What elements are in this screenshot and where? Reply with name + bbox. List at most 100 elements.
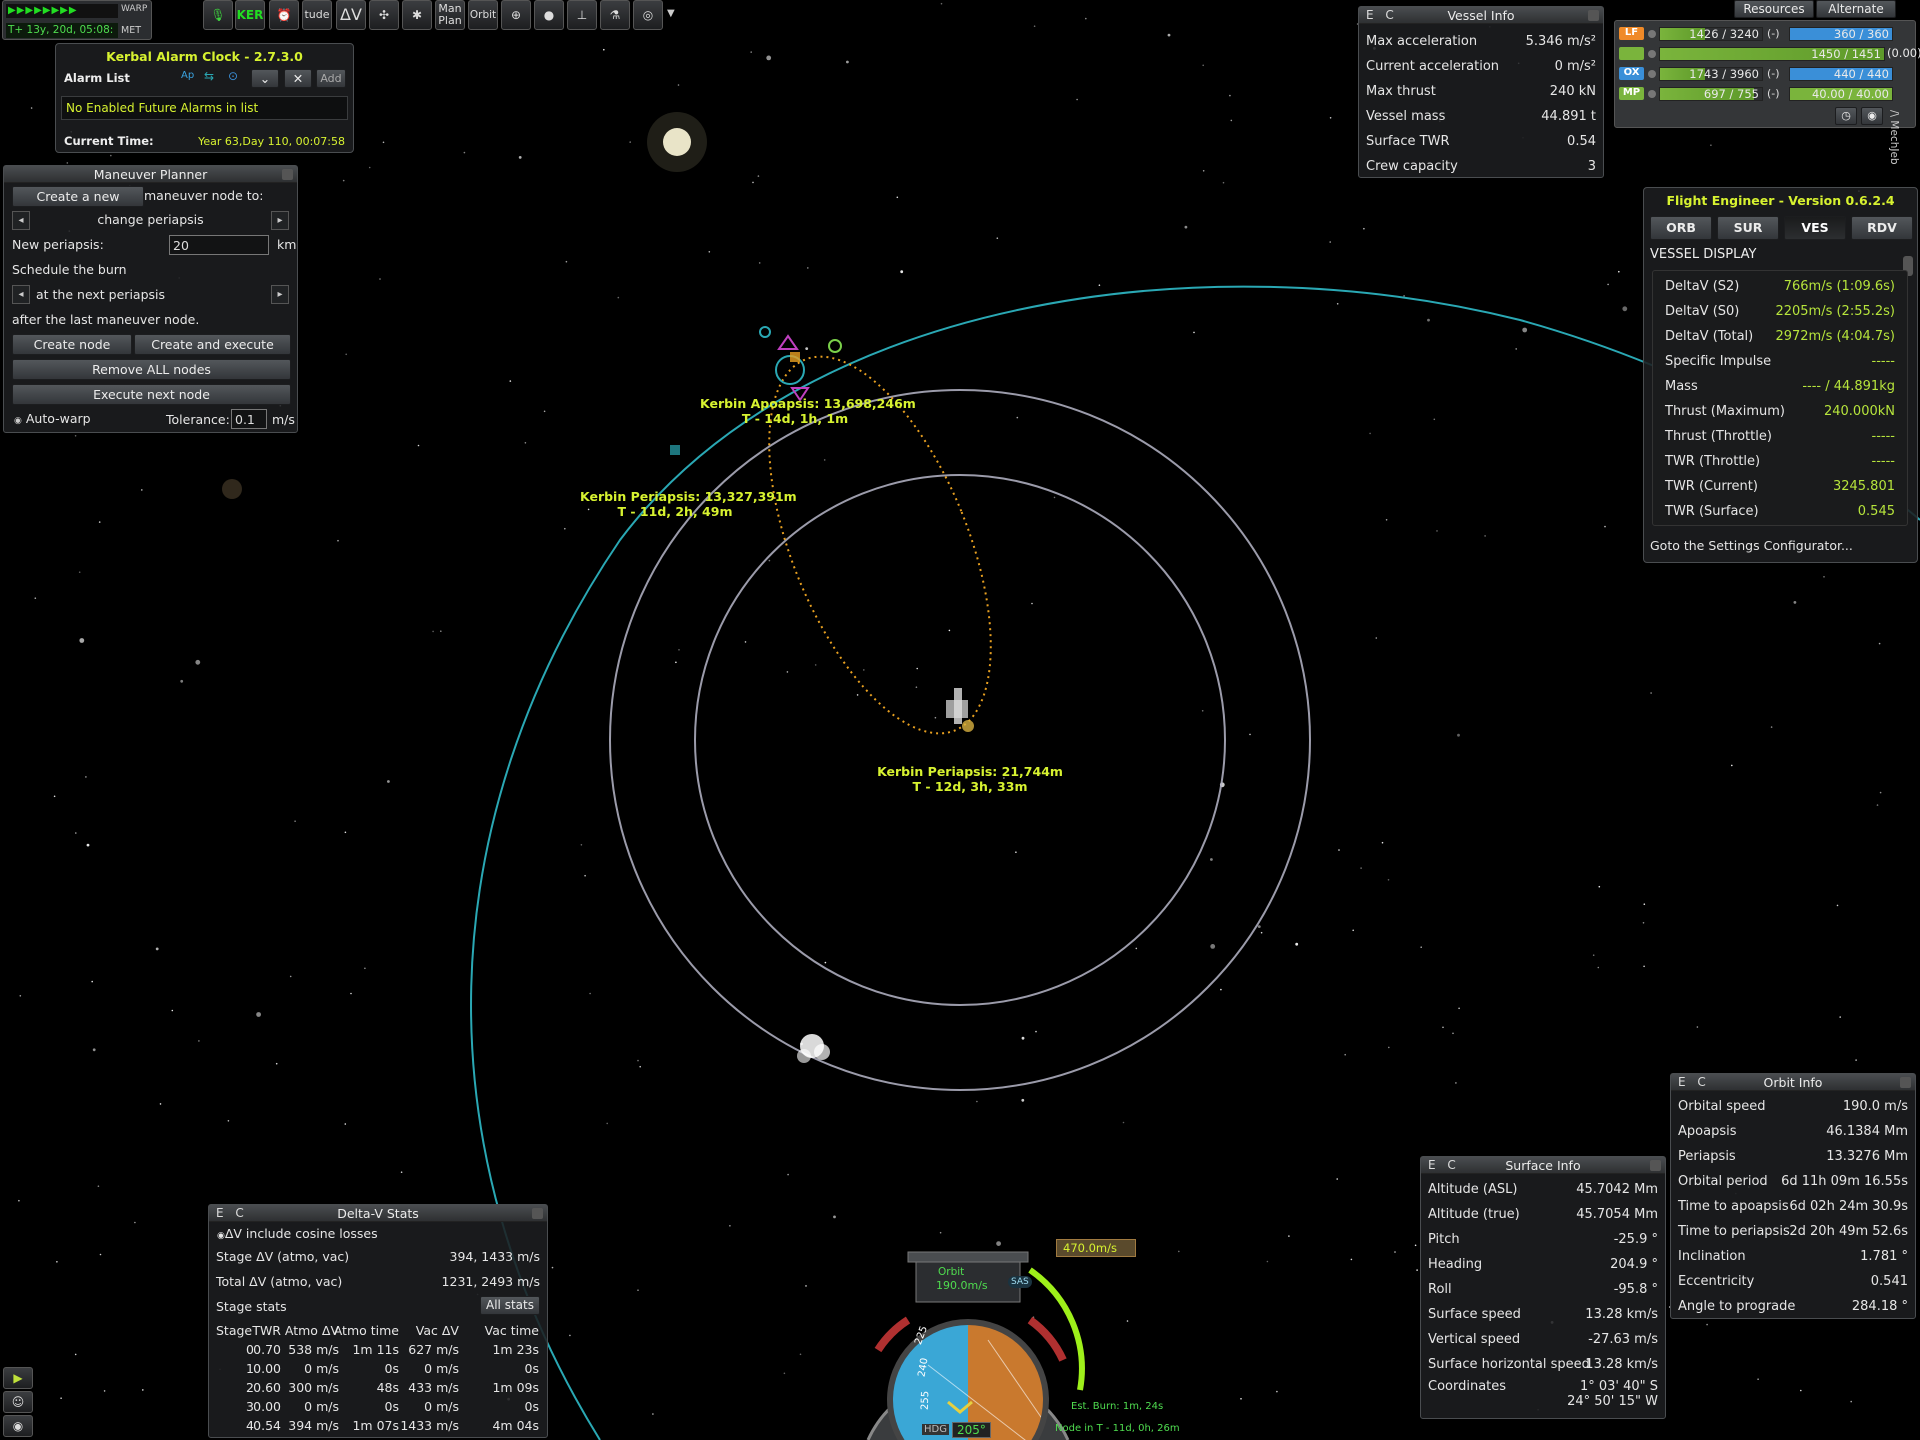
- settings-link[interactable]: Goto the Settings Configurator...: [1650, 538, 1853, 553]
- toolbar-dropdown-icon[interactable]: ▼: [667, 8, 675, 19]
- transfer-icon[interactable]: ⇆: [204, 69, 214, 83]
- cosine-toggle[interactable]: ◉ΔV include cosine losses: [217, 1226, 378, 1241]
- auto-warp-toggle[interactable]: ◉ Auto-warp: [14, 411, 91, 426]
- ker-button[interactable]: KER: [235, 0, 265, 30]
- resource-lock-icon[interactable]: [1648, 30, 1656, 38]
- create-execute-button[interactable]: Create and execute: [134, 334, 291, 355]
- close-icon[interactable]: [282, 169, 293, 180]
- resource-dash: (-): [1767, 87, 1780, 100]
- orbit-info-row-value: 6d 02h 24m 30.9s: [1789, 1199, 1908, 1214]
- remove-all-nodes-button[interactable]: Remove ALL nodes: [12, 359, 291, 380]
- ec-buttons[interactable]: E C: [1428, 1157, 1460, 1174]
- operation-value[interactable]: change periapsis: [34, 212, 267, 227]
- stage-table-cell: 433 m/s: [408, 1380, 459, 1395]
- close-icon[interactable]: [1650, 1160, 1661, 1171]
- stage-icon[interactable]: ▶: [3, 1367, 33, 1389]
- maneuver-plan-button[interactable]: Man Plan: [435, 0, 465, 30]
- stage-table-header: Stage: [216, 1323, 253, 1338]
- vessel-info-row-label: Max acceleration: [1366, 34, 1478, 49]
- collapse-icon[interactable]: ⌄: [251, 69, 279, 88]
- star: [639, 1065, 641, 1068]
- ec-buttons[interactable]: E C: [216, 1205, 248, 1222]
- tab-resources[interactable]: Resources: [1734, 0, 1814, 18]
- timing-prev-icon[interactable]: ◂: [12, 285, 30, 304]
- dial-icon[interactable]: ⊕: [501, 0, 531, 30]
- ec-buttons[interactable]: E C: [1678, 1074, 1710, 1091]
- delta-v-button[interactable]: ΔV: [336, 0, 366, 30]
- tab-alternate[interactable]: Alternate: [1816, 0, 1896, 18]
- orbit-filter-icon[interactable]: ⊙: [228, 69, 238, 83]
- star: [1643, 903, 1646, 905]
- new-periapsis-input[interactable]: 20: [169, 235, 269, 255]
- star: [580, 844, 583, 846]
- create-node-button[interactable]: Create node: [12, 334, 132, 355]
- resource-lock-icon[interactable]: [1648, 70, 1656, 78]
- vessel-info-row: Vessel mass 44.891 t: [1366, 104, 1596, 129]
- surface-info-row-label: Heading: [1428, 1257, 1483, 1272]
- planet-icon[interactable]: ●: [534, 0, 564, 30]
- ec-buttons[interactable]: E C: [1366, 7, 1398, 24]
- resource-lock-icon[interactable]: [1648, 50, 1656, 58]
- surface-info-row-label: Surface horizontal speed: [1428, 1357, 1590, 1372]
- target-icon[interactable]: ◎: [633, 0, 663, 30]
- add-alarm-button[interactable]: Add: [316, 69, 346, 88]
- tab-sur[interactable]: SUR: [1717, 216, 1779, 240]
- fe-row-value: 0.545: [1857, 504, 1895, 519]
- star: [1387, 879, 1390, 881]
- navball-mode[interactable]: Orbit: [938, 1266, 964, 1278]
- mechjeb-tab[interactable]: /\ MechJeb: [1888, 110, 1900, 165]
- tab-ves[interactable]: VES: [1784, 216, 1846, 240]
- tab-orb[interactable]: ORB: [1650, 216, 1712, 240]
- star: [344, 1123, 347, 1125]
- gear-icon[interactable]: ✱: [402, 0, 432, 30]
- star: [74, 435, 77, 437]
- operation-next-icon[interactable]: ▸: [271, 211, 289, 230]
- no-alarms-message: No Enabled Future Alarms in list: [66, 101, 259, 115]
- lander-icon[interactable]: ✣: [369, 0, 399, 30]
- resource-lock-icon[interactable]: [1648, 90, 1656, 98]
- clock-icon[interactable]: ◷: [1835, 107, 1857, 125]
- ap-filter-icon[interactable]: Ap: [181, 70, 194, 81]
- settings-tools-icon[interactable]: ✕: [284, 69, 312, 88]
- star: [440, 630, 442, 632]
- alarm-clock-icon[interactable]: ⏰: [269, 0, 299, 30]
- warp-arrows[interactable]: ▶▶▶▶▶▶▶▶: [6, 4, 118, 18]
- toggle-icon: ◉: [14, 416, 22, 426]
- stage-table-cell: 394 m/s: [288, 1418, 339, 1433]
- eye-icon[interactable]: ◉: [3, 1415, 33, 1437]
- tab-rdv[interactable]: RDV: [1851, 216, 1913, 240]
- operation-prev-icon[interactable]: ◂: [12, 211, 30, 230]
- close-icon[interactable]: [532, 1208, 543, 1219]
- close-icon[interactable]: [1588, 10, 1599, 21]
- timing-next-icon[interactable]: ▸: [271, 285, 289, 304]
- eye-icon[interactable]: ◉: [1861, 107, 1883, 125]
- tolerance-input[interactable]: 0.1: [231, 409, 267, 429]
- all-stats-button[interactable]: All stats: [480, 1296, 540, 1315]
- star: [939, 1231, 942, 1234]
- star: [744, 641, 747, 643]
- apoapsis-text: Kerbin Apoapsis: 13,698,246m: [700, 396, 916, 411]
- execute-next-node-button[interactable]: Execute next node: [12, 384, 291, 405]
- crew-icon[interactable]: ☺: [3, 1391, 33, 1413]
- create-new-button[interactable]: Create a new: [12, 186, 144, 207]
- orbit-button[interactable]: Orbit: [468, 0, 498, 30]
- microphone-icon[interactable]: 🎙: [203, 0, 233, 30]
- surface-info-row: Surface horizontal speed 13.28 km/s: [1428, 1352, 1658, 1377]
- star: [637, 1289, 639, 1291]
- toolbar: 🎙 KER ⏰ tude ΔV ✣ ✱ Man Plan Orbit ⊕ ● ⊥…: [203, 0, 683, 32]
- warp-widget[interactable]: ▶▶▶▶▶▶▶▶ WARP T+ 13y, 20d, 05:08: MET: [2, 0, 152, 40]
- fe-row: Thrust (Throttle) -----: [1665, 424, 1895, 449]
- hdg-label: HDG: [922, 1424, 949, 1435]
- orbit-info-row-label: Orbital period: [1678, 1174, 1768, 1189]
- star: [1210, 944, 1216, 949]
- science-icon[interactable]: ⚗: [600, 0, 630, 30]
- attitude-button[interactable]: tude: [302, 0, 332, 30]
- schedule-label: Schedule the burn: [12, 262, 127, 277]
- star: [368, 166, 371, 169]
- close-icon[interactable]: [1900, 1077, 1911, 1088]
- timing-value[interactable]: at the next periapsis: [36, 287, 165, 302]
- star: [1710, 144, 1712, 146]
- antenna-icon[interactable]: ⊥: [567, 0, 597, 30]
- resource-lf-icon: LF: [1619, 27, 1644, 40]
- star: [91, 980, 93, 983]
